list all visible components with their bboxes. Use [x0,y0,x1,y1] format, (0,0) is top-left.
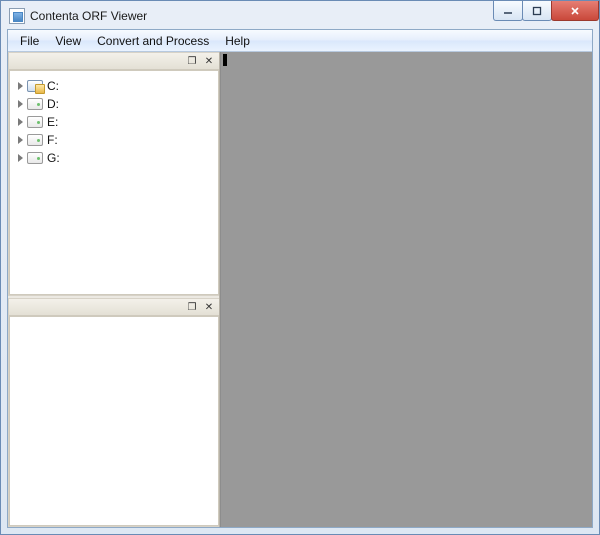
drive-label: E: [47,115,58,129]
preview-panel: ❐ ✕ [8,298,219,527]
hdd-drive-icon [27,98,43,110]
expand-icon[interactable] [18,154,23,162]
menu-convert-and-process[interactable]: Convert and Process [89,32,217,50]
expand-icon[interactable] [18,82,23,90]
float-icon[interactable]: ❐ [185,55,199,68]
maximize-button[interactable] [522,1,552,21]
expand-icon[interactable] [18,136,23,144]
tree-row[interactable]: E: [14,113,214,131]
drive-label: F: [47,133,58,147]
window-controls [494,1,599,21]
window-title: Contenta ORF Viewer [30,9,147,23]
drive-label: D: [47,97,59,111]
system-drive-icon [27,80,43,92]
expand-icon[interactable] [18,118,23,126]
close-icon[interactable]: ✕ [202,55,216,68]
hdd-drive-icon [27,116,43,128]
drive-tree[interactable]: C: D: E: F: G: [10,71,218,173]
image-viewer[interactable] [220,52,592,527]
close-button[interactable] [551,1,599,21]
tree-row[interactable]: C: [14,77,214,95]
menu-view[interactable]: View [47,32,89,50]
hdd-drive-icon [27,152,43,164]
menu-file[interactable]: File [12,32,47,50]
tree-row[interactable]: G: [14,149,214,167]
main-body: ❐ ✕ C: D: E: F: G: ❐ ✕ [8,52,592,527]
folder-tree-panel: ❐ ✕ C: D: E: F: G: [8,52,219,296]
app-icon [9,8,25,24]
float-icon[interactable]: ❐ [185,301,199,314]
cursor-caret [223,54,227,66]
menu-help[interactable]: Help [217,32,258,50]
close-icon[interactable]: ✕ [202,301,216,314]
folder-tree-panel-header[interactable]: ❐ ✕ [9,53,219,70]
left-column: ❐ ✕ C: D: E: F: G: ❐ ✕ [8,52,220,527]
drive-label: G: [47,151,60,165]
tree-row[interactable]: F: [14,131,214,149]
preview-body [9,316,219,526]
menu-bar: File View Convert and Process Help [8,30,592,52]
minimize-button[interactable] [493,1,523,21]
folder-tree-body: C: D: E: F: G: [9,70,219,295]
preview-panel-header[interactable]: ❐ ✕ [9,299,219,316]
drive-label: C: [47,79,59,93]
client-area: File View Convert and Process Help ❐ ✕ C… [7,29,593,528]
expand-icon[interactable] [18,100,23,108]
tree-row[interactable]: D: [14,95,214,113]
hdd-drive-icon [27,134,43,146]
app-window: Contenta ORF Viewer File View Convert an… [0,0,600,535]
